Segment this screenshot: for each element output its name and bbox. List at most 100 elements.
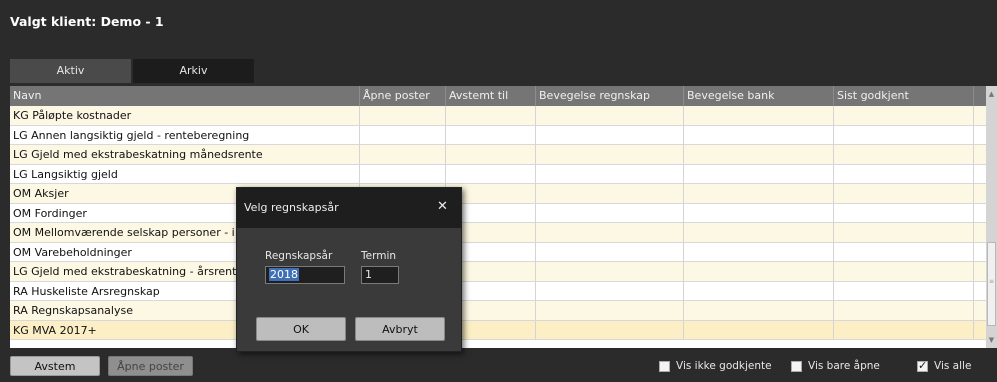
title-bar: Valgt klient: Demo - 1 [0, 0, 997, 48]
table-cell [536, 106, 684, 125]
column-header-apne-poster[interactable]: Åpne poster [360, 86, 446, 106]
table-cell [834, 164, 974, 184]
dialog-title: Velg regnskapsår [244, 201, 339, 214]
table-cell [834, 223, 974, 242]
table-row[interactable]: LG Langsiktig gjeld [10, 164, 986, 184]
table-cell [684, 203, 834, 223]
vis-bare-apne-checkbox[interactable] [791, 360, 802, 372]
column-header-bevegelse-bank[interactable]: Bevegelse bank [684, 86, 834, 106]
table-cell [684, 145, 834, 164]
table-cell [684, 320, 834, 340]
table-cell: LG Gjeld med ekstrabeskatning månedsrent… [10, 145, 360, 164]
table-cell [834, 301, 974, 320]
table-cell [684, 184, 834, 203]
ok-button[interactable]: OK [256, 317, 346, 341]
column-header-navn[interactable]: Navn [10, 86, 360, 106]
table-row[interactable]: LG Gjeld med ekstrabeskatning månedsrent… [10, 145, 986, 165]
select-year-dialog: Velg regnskapsår ✕ Regnskapsår Termin 20… [236, 187, 462, 352]
table-cell [536, 145, 684, 164]
vis-alle-label: Vis alle [934, 360, 972, 372]
vis-alle-option[interactable]: Vis alle [917, 359, 971, 373]
table-row[interactable]: OM Varebeholdninger [10, 242, 986, 262]
accounts-grid: Navn Åpne poster Avstemt til Bevegelse r… [10, 86, 986, 348]
year-value: 2018 [269, 268, 299, 281]
termin-label: Termin [361, 250, 397, 262]
column-header-bevegelse-regnskap[interactable]: Bevegelse regnskap [536, 86, 684, 106]
table-row[interactable]: KG Påløpte kostnader [10, 106, 986, 126]
vis-alle-checkbox[interactable] [917, 359, 928, 372]
scroll-up-icon[interactable]: ▲ [986, 88, 997, 100]
tab-bar: Aktiv Arkiv [10, 59, 256, 85]
table-cell [684, 281, 834, 301]
table-cell [360, 106, 446, 125]
grip-icon: ≡ [989, 278, 995, 285]
table-cell [360, 145, 446, 164]
table-row[interactable]: RA Regnskapsanalyse [10, 301, 986, 321]
vis-ikke-godkjente-checkbox[interactable] [659, 360, 670, 372]
vis-bare-apne-option[interactable]: Vis bare åpne [791, 359, 880, 373]
table-cell [446, 125, 536, 145]
table-cell [834, 145, 974, 164]
table-cell [446, 106, 536, 125]
table-cell: LG Annen langsiktig gjeld - renteberegni… [10, 125, 360, 145]
table-cell [834, 125, 974, 145]
table-row[interactable]: OM Aksjer [10, 184, 986, 204]
table-cell [834, 203, 974, 223]
year-field[interactable]: 2018 [265, 266, 345, 284]
vis-ikke-godkjente-label: Vis ikke godkjente [676, 360, 772, 372]
table-cell [536, 320, 684, 340]
dialog-header: Velg regnskapsår ✕ [237, 188, 461, 228]
table-cell [536, 262, 684, 281]
close-icon[interactable]: ✕ [437, 199, 448, 214]
table-cell: KG Påløpte kostnader [10, 106, 360, 125]
vis-ikke-godkjente-option[interactable]: Vis ikke godkjente [659, 359, 772, 373]
column-header-avstemt-til[interactable]: Avstemt til [446, 86, 536, 106]
table-row[interactable]: LG Annen langsiktig gjeld - renteberegni… [10, 125, 986, 145]
table-row[interactable]: OM Fordinger [10, 203, 986, 223]
table-cell [536, 223, 684, 242]
table-row[interactable]: KG MVA 2017+ [10, 320, 986, 340]
table-cell [684, 301, 834, 320]
table-cell [536, 242, 684, 262]
table-row[interactable]: RA Huskeliste Arsregnskap [10, 281, 986, 301]
table-cell [834, 262, 974, 281]
table-cell [536, 164, 684, 184]
page-title: Valgt klient: Demo - 1 [10, 14, 164, 29]
table-cell [834, 320, 974, 340]
table-row[interactable]: OM Mellomværende selskap personer - i [10, 223, 986, 243]
tab-aktiv[interactable]: Aktiv [10, 59, 131, 83]
tab-arkiv[interactable]: Arkiv [133, 59, 254, 83]
table-cell [536, 125, 684, 145]
table-row[interactable]: LG Gjeld med ekstrabeskatning - årsrent [10, 262, 986, 282]
table-cell: LG Langsiktig gjeld [10, 164, 360, 184]
scroll-thumb[interactable]: ≡ [987, 242, 996, 326]
table-cell [834, 184, 974, 203]
vertical-scrollbar[interactable]: ▲ ≡ ▼ [986, 86, 997, 348]
column-header-sist-godkjent[interactable]: Sist godkjent [834, 86, 974, 106]
table-cell [834, 242, 974, 262]
table-cell [684, 125, 834, 145]
scroll-down-icon[interactable]: ▼ [986, 334, 997, 346]
table-cell [360, 125, 446, 145]
table-cell [360, 164, 446, 184]
table-cell [684, 106, 834, 125]
grid-body: KG Påløpte kostnader LG Annen langsiktig … [10, 106, 986, 340]
table-cell [536, 184, 684, 203]
termin-field[interactable]: 1 [361, 266, 399, 284]
table-cell [684, 223, 834, 242]
avstem-button[interactable]: Avstem [10, 356, 100, 376]
table-cell [536, 301, 684, 320]
apne-poster-button[interactable]: Åpne poster [108, 356, 193, 376]
table-cell [446, 164, 536, 184]
cancel-button[interactable]: Avbryt [355, 317, 445, 341]
vis-bare-apne-label: Vis bare åpne [808, 360, 880, 372]
table-cell [684, 164, 834, 184]
year-label: Regnskapsår [265, 250, 333, 262]
table-cell [834, 106, 974, 125]
table-cell [684, 262, 834, 281]
table-cell [446, 145, 536, 164]
grid-header: Navn Åpne poster Avstemt til Bevegelse r… [10, 86, 986, 106]
table-cell [536, 281, 684, 301]
table-cell [684, 242, 834, 262]
table-cell [536, 203, 684, 223]
